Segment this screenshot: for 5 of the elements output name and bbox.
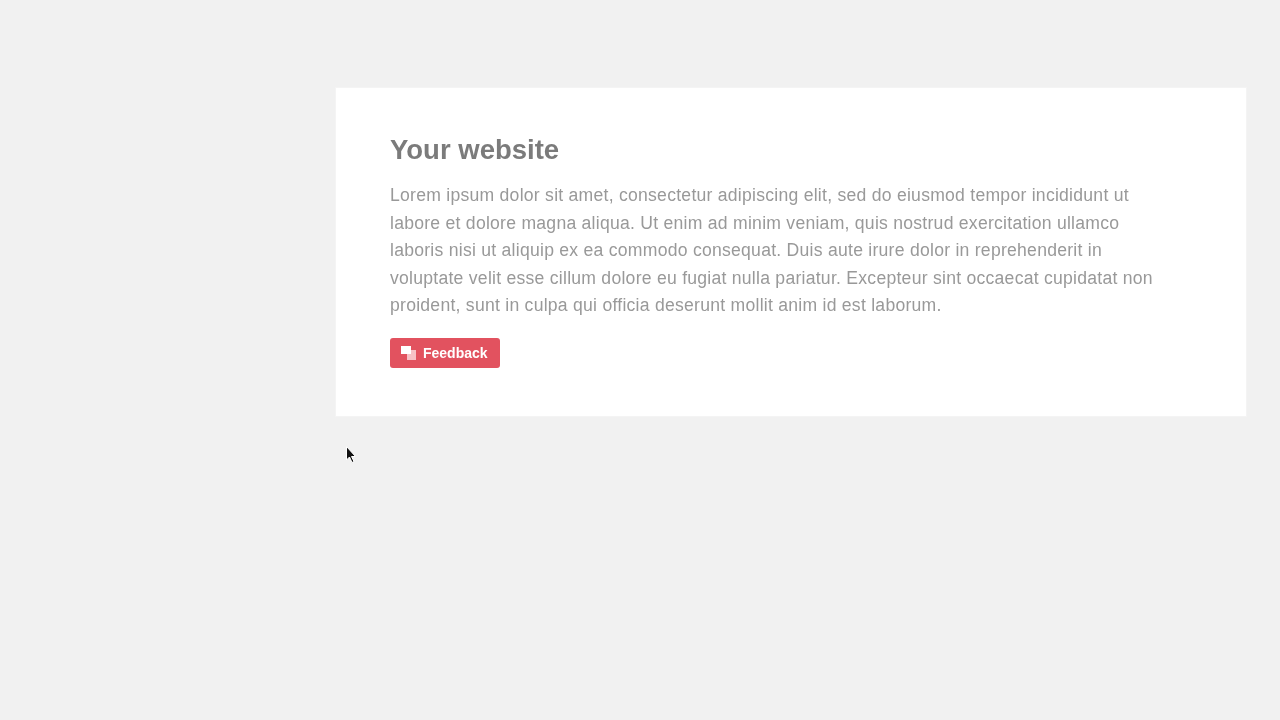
feedback-button[interactable]: Feedback (390, 337, 500, 368)
mouse-cursor-icon (346, 446, 357, 464)
page-title: Your website (390, 134, 561, 166)
body-paragraph: Lorem ipsum dolor sit amet, consectetur adipiscing elit, sed do eiusmod tempor incididunt ut labore et dolore magna aliqua. Ut enim ad minim veniam, quis nostrud exercitation ullamco laboris nisi ut aliquip ex ea commodo consequat. Duis aute irure dolor in reprehenderit in voluptate velit esse cillum dolore eu fugiat nulla pariatur. Excepteur sint occaecat cupidatat non proident, sunt in culpa qui officia deserunt mollit anim id est laborum. (390, 184, 1154, 317)
speech-bubble-icon (401, 345, 416, 360)
